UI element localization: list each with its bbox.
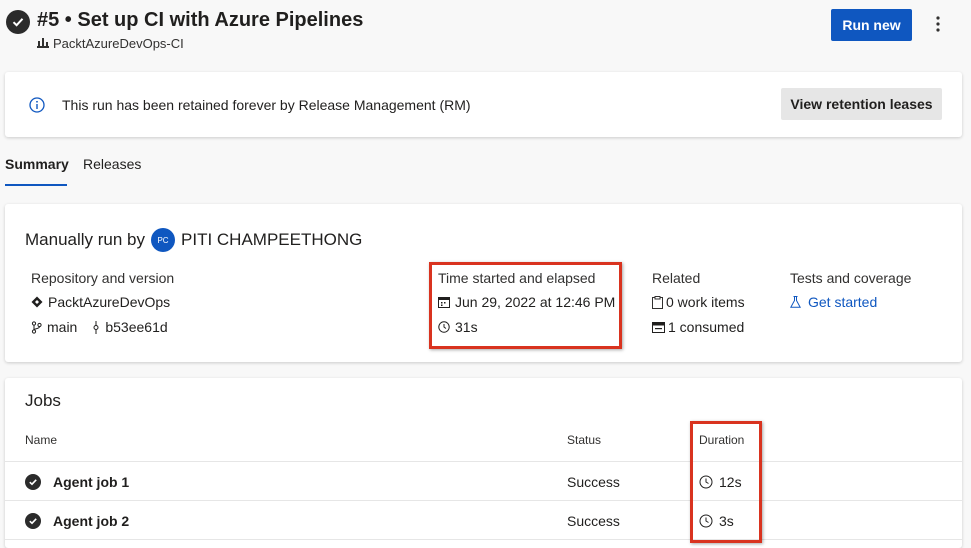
branch-name[interactable]: main: [47, 319, 77, 335]
artifact-icon: [652, 321, 665, 333]
row-divider: [5, 539, 962, 540]
repository-heading: Repository and version: [31, 270, 175, 286]
active-tab-indicator: [5, 184, 67, 186]
work-items-row[interactable]: 0 work items: [652, 294, 745, 310]
info-icon: [29, 97, 45, 113]
retention-banner: This run has been retained forever by Re…: [5, 72, 962, 137]
flask-icon: [790, 296, 801, 308]
version-row: main b53ee61d: [31, 319, 168, 335]
jobs-card: Jobs Name Status Duration Agent job 1 Su…: [5, 378, 962, 548]
tests-row[interactable]: Get started: [790, 294, 877, 310]
repository-row[interactable]: PacktAzureDevOps: [31, 294, 170, 310]
work-items-count[interactable]: 0 work items: [666, 294, 745, 310]
related-heading: Related: [652, 270, 701, 286]
success-check-icon: [25, 474, 41, 490]
run-new-button[interactable]: Run new: [831, 9, 912, 41]
job-name[interactable]: Agent job 2: [53, 513, 129, 529]
pipeline-name[interactable]: PacktAzureDevOps-CI: [53, 36, 184, 51]
tab-releases[interactable]: Releases: [83, 156, 141, 172]
repository-name[interactable]: PacktAzureDevOps: [48, 294, 170, 310]
more-vertical-icon: [936, 16, 940, 32]
page-title: #5 • Set up CI with Azure Pipelines: [37, 9, 364, 31]
get-started-link[interactable]: Get started: [808, 294, 877, 310]
tab-summary[interactable]: Summary: [5, 156, 69, 172]
col-header-status[interactable]: Status: [567, 433, 601, 447]
user-name[interactable]: PITI CHAMPEETHONG: [181, 230, 362, 250]
col-header-name[interactable]: Name: [25, 433, 57, 447]
run-status-success-icon: [6, 10, 30, 34]
pipeline-icon: [37, 36, 49, 51]
jobs-title: Jobs: [25, 391, 61, 410]
duration-highlight-box: [690, 421, 762, 543]
job-row[interactable]: Agent job 1 Success 12s: [5, 462, 962, 501]
consumed-count[interactable]: 1 consumed: [668, 319, 744, 335]
time-highlight-box: [429, 262, 622, 349]
repo-icon: [31, 296, 43, 308]
tests-heading: Tests and coverage: [790, 270, 912, 286]
clipboard-icon: [652, 295, 663, 309]
avatar: PC: [151, 228, 176, 252]
retention-message: This run has been retained forever by Re…: [62, 97, 471, 113]
commit-icon: [93, 320, 99, 334]
job-status: Success: [567, 474, 620, 490]
job-status: Success: [567, 513, 620, 529]
consumed-row[interactable]: 1 consumed: [652, 319, 744, 335]
job-name[interactable]: Agent job 1: [53, 474, 129, 490]
manual-run-line: Manually run by PC PITI CHAMPEETHONG: [25, 228, 362, 252]
success-check-icon: [25, 513, 41, 529]
branch-icon: [31, 320, 42, 334]
more-actions-button[interactable]: [928, 10, 948, 38]
job-row[interactable]: Agent job 2 Success 3s: [5, 501, 962, 540]
pipeline-link[interactable]: PacktAzureDevOps-CI: [37, 36, 184, 51]
commit-id[interactable]: b53ee61d: [105, 319, 167, 335]
view-retention-leases-button[interactable]: View retention leases: [781, 88, 942, 120]
manual-run-label: Manually run by: [25, 230, 146, 249]
